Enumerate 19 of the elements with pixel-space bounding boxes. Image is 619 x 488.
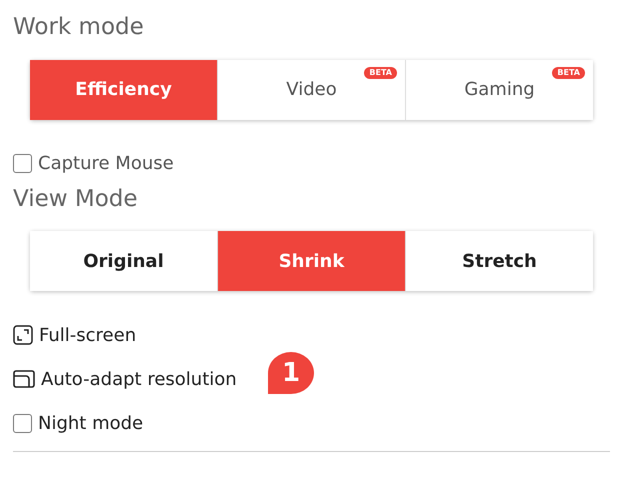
checkbox[interactable]: [13, 154, 32, 174]
checkbox[interactable]: [13, 414, 32, 433]
beta-badge: BETA: [552, 66, 585, 79]
section-title: View Mode: [13, 186, 139, 214]
mode-tab[interactable]: Efficiency: [30, 60, 218, 120]
screen-cast-icon: [13, 370, 35, 388]
option-label: Full-screen: [39, 324, 136, 348]
callout-bubble: 1: [268, 352, 314, 394]
option-label: Night mode: [38, 412, 144, 436]
option-label: Capture Mouse: [38, 152, 174, 176]
fullscreen-icon: [13, 325, 33, 346]
beta-badge: BETA: [364, 66, 397, 79]
option-label: Auto-adapt resolution: [41, 368, 237, 392]
mode-tab[interactable]: Video BETA: [218, 60, 406, 120]
mode-tab[interactable]: Gaming BETA: [406, 60, 593, 120]
mode-tab[interactable]: Shrink: [218, 231, 406, 292]
section-title: Work mode: [13, 14, 145, 42]
mode-tab[interactable]: Original: [30, 231, 218, 292]
mode-tab[interactable]: Stretch: [406, 231, 593, 292]
